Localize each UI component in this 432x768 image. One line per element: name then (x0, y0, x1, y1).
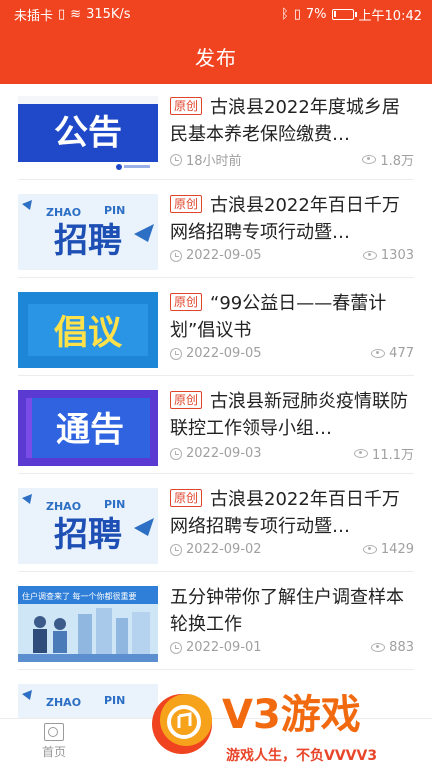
article-thumbnail: 住户调查来了 每一个你都很重要 (18, 586, 158, 662)
clock-time: 上午10:42 (358, 8, 422, 24)
publish-time: 2022-09-01 (186, 640, 262, 655)
thumbnail-text: 倡议 (54, 313, 123, 353)
bluetooth-icon: ᛒ (280, 6, 289, 22)
app-header: 发布 (0, 28, 432, 84)
view-count: 883 (389, 640, 414, 655)
list-item[interactable]: 倡议 原创 “99公益日——春蕾计划”倡议书 2022-09-05 477 (18, 280, 414, 376)
article-thumbnail: 公告 (18, 96, 158, 172)
wifi-icon: ≋ (70, 6, 82, 22)
tab-home-label: 首页 (41, 745, 66, 759)
thumbnail-text: 招聘 (54, 221, 122, 261)
article-thumbnail: ZHAO PIN 招聘 (18, 488, 158, 564)
list-item[interactable]: 住户调查来了 每一个你都很重要 五分钟带你了解住户调查样本轮换工作 2022-0… (18, 574, 414, 670)
article-meta: 2022-09-02 1429 (170, 542, 414, 557)
clock-icon (170, 347, 182, 360)
article-title-text: 古浪县2022年度城乡居民基本养老保险缴费… (170, 97, 400, 145)
thumbnail-text: 招聘 (54, 515, 122, 555)
carrier-label: 未插卡 (14, 8, 54, 24)
article-title-text: 古浪县2022年百日千万网络招聘专项行动暨… (170, 489, 400, 537)
tab-home[interactable]: 首页 (30, 723, 78, 760)
page-title: 发布 (195, 45, 237, 70)
eye-icon (371, 349, 386, 358)
eye-icon (362, 251, 377, 260)
watermark-brand: V3游戏 (222, 692, 361, 738)
article-thumbnail: ZHAO PIN 招聘 (18, 194, 158, 270)
list-item[interactable]: 公告 原创 古浪县2022年度城乡居民基本养老保险缴费… 18小时前 1.8万 (18, 84, 414, 180)
thumbnail-text: 公告 (54, 113, 122, 153)
article-title[interactable]: 原创 古浪县2022年百日千万网络招聘专项行动暨… (170, 192, 414, 246)
eye-icon (354, 449, 369, 458)
article-list[interactable]: 公告 原创 古浪县2022年度城乡居民基本养老保险缴费… 18小时前 1.8万 Z… (0, 84, 432, 718)
original-tag: 原创 (170, 97, 203, 115)
original-tag: 原创 (170, 293, 203, 311)
view-count: 1303 (380, 248, 414, 263)
network-speed: 315K/s (86, 6, 131, 22)
publish-time: 2022-09-02 (186, 542, 262, 557)
clock-icon (170, 249, 182, 262)
vibrate-icon: ▯ (293, 6, 301, 22)
thumbnail-sub-right: PIN (104, 694, 125, 707)
article-thumbnail: 通告 (18, 390, 158, 466)
thumbnail-sub-right: PIN (104, 498, 125, 511)
article-title[interactable]: 五分钟带你了解住户调查样本轮换工作 (170, 584, 414, 638)
article-title-text: “99公益日——春蕾计划”倡议书 (170, 293, 387, 341)
publish-time: 18小时前 (186, 154, 242, 169)
article-meta: 2022-09-05 477 (170, 346, 414, 361)
article-meta: 2022-09-03 11.1万 (170, 444, 414, 463)
battery-icon (331, 8, 357, 20)
battery-percent: 7% (305, 6, 327, 22)
list-item[interactable]: ZHAO PIN 招聘 原创 古浪县2022年百日千万网络招聘专项行动暨… 202… (18, 476, 414, 572)
article-title-text: 古浪县2022年百日千万网络招聘专项行动暨… (170, 195, 400, 243)
view-count: 1429 (380, 542, 414, 557)
status-bar: 未插卡 ▯ ≋ 315K/s ᛒ ▯ 7% 上午10:42 (0, 0, 432, 28)
publish-time: 2022-09-05 (186, 248, 262, 263)
eye-icon (371, 643, 386, 652)
article-title-text: 五分钟带你了解住户调查样本轮换工作 (170, 587, 404, 635)
view-count: 1.8万 (380, 154, 414, 169)
article-title-text: 古浪县新冠肺炎疫情联防联控工作领导小组… (170, 391, 409, 439)
thumbnail-text: 住户调查来了 每一个你都很重要 (22, 591, 137, 601)
publish-time: 2022-09-05 (186, 346, 262, 361)
clock-icon (170, 543, 182, 556)
original-tag: 原创 (170, 489, 203, 507)
watermark-slogan: 游戏人生，不负VVVV3 (226, 747, 377, 764)
view-count: 477 (389, 346, 414, 361)
article-meta: 2022-09-01 883 (170, 640, 414, 655)
article-title[interactable]: 原创 古浪县2022年百日千万网络招聘专项行动暨… (170, 486, 414, 540)
view-count: 11.1万 (372, 448, 414, 463)
watermark-logo: V3游戏 游戏人生，不负VVVV3 (146, 680, 432, 768)
original-tag: 原创 (170, 195, 203, 213)
sim-icon: ▯ (58, 6, 66, 22)
thumbnail-sub-left: ZHAO (46, 500, 81, 513)
thumbnail-text: 通告 (56, 410, 124, 450)
article-title[interactable]: 原创 古浪县2022年度城乡居民基本养老保险缴费… (170, 94, 414, 148)
clock-icon (170, 153, 182, 166)
eye-icon (362, 545, 377, 554)
thumbnail-sub-right: PIN (104, 204, 125, 217)
thumbnail-sub-left: ZHAO (46, 696, 81, 709)
article-title[interactable]: 原创 古浪县新冠肺炎疫情联防联控工作领导小组… (170, 388, 414, 442)
eye-icon (362, 155, 377, 164)
home-icon (44, 723, 64, 741)
clock-icon (170, 447, 182, 460)
list-item[interactable]: ZHAO PIN 招聘 原创 古浪县2022年百日千万网络招聘专项行动暨… 202… (18, 182, 414, 278)
original-tag: 原创 (170, 391, 203, 409)
article-meta: 18小时前 1.8万 (170, 150, 414, 169)
thumbnail-sub-left: ZHAO (46, 206, 81, 219)
article-thumbnail: 倡议 (18, 292, 158, 368)
article-meta: 2022-09-05 1303 (170, 248, 414, 263)
clock-icon (170, 641, 182, 654)
publish-time: 2022-09-03 (186, 446, 262, 461)
article-thumbnail: ZHAO PIN (18, 684, 158, 718)
list-item[interactable]: 通告 原创 古浪县新冠肺炎疫情联防联控工作领导小组… 2022-09-03 11.… (18, 378, 414, 474)
article-title[interactable]: 原创 “99公益日——春蕾计划”倡议书 (170, 290, 414, 344)
